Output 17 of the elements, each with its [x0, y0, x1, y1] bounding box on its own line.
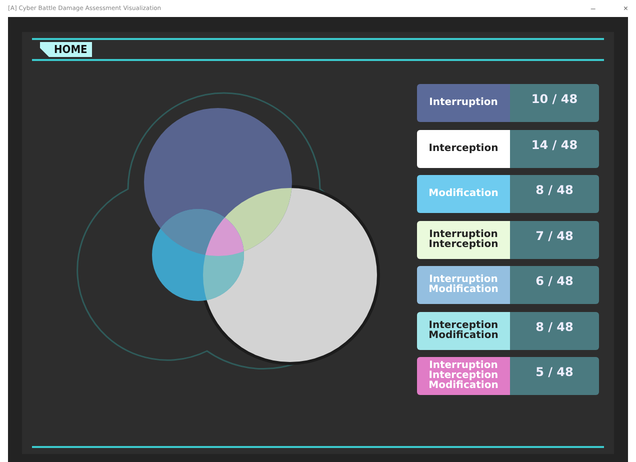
legend-label: Modification: [417, 175, 510, 213]
legend-label: Interception Modification: [417, 312, 510, 350]
legend-label: Interruption Interception Modification: [417, 357, 510, 395]
legend-count: 8 / 48: [510, 312, 599, 350]
legend-label: Interception: [417, 130, 510, 168]
legend-count: 14 / 48: [510, 130, 599, 168]
window-control-button[interactable]: –: [586, 4, 600, 13]
home-tab[interactable]: HOME: [40, 42, 92, 57]
legend-label: Interruption Modification: [417, 266, 510, 304]
legend-label: Interruption Interception: [417, 220, 510, 258]
legend-count: 8 / 48: [510, 175, 599, 213]
legend-count: 6 / 48: [510, 266, 599, 304]
legend-count: 10 / 48: [510, 84, 599, 122]
legend-label: Interruption: [417, 84, 510, 122]
legend-count: 7 / 48: [510, 220, 599, 258]
legend-count: 5 / 48: [510, 357, 599, 395]
window-control-button[interactable]: ×: [619, 4, 632, 13]
